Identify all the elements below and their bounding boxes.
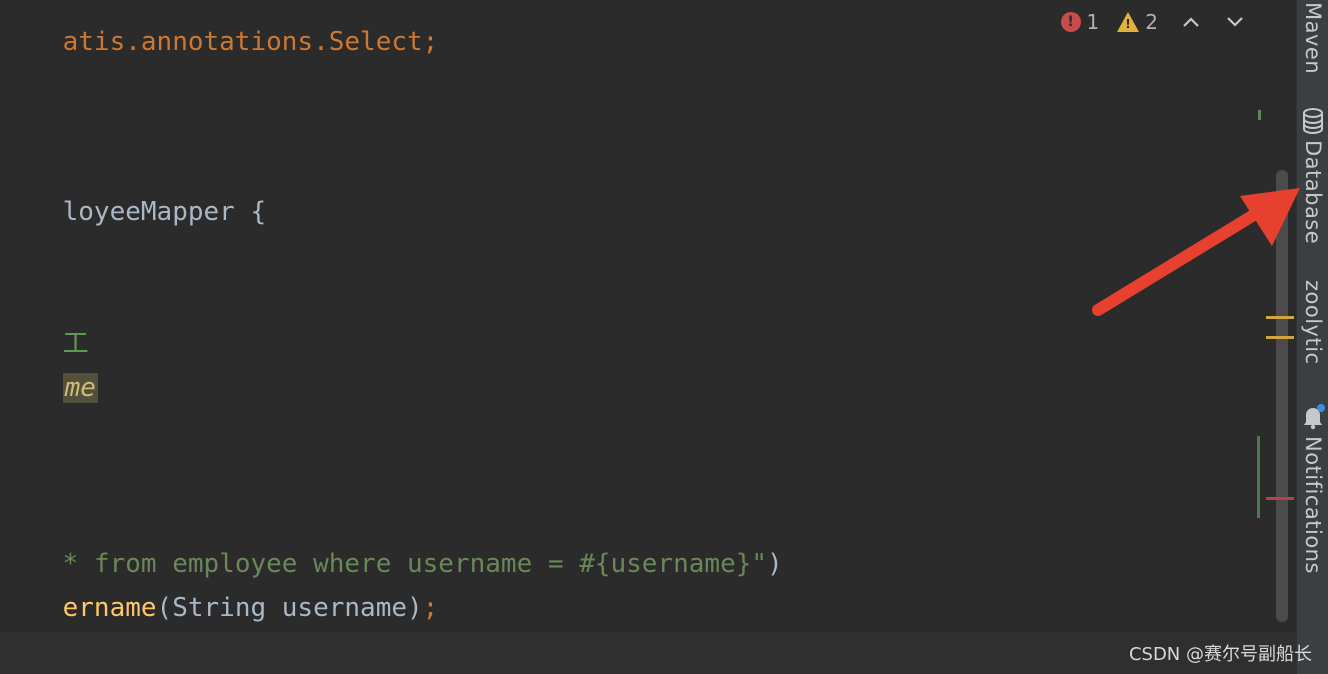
horizontal-scroll-area[interactable] — [0, 632, 1296, 674]
method-semicolon: ; — [422, 593, 439, 623]
database-label: Database — [1301, 140, 1325, 245]
interface-declaration-line[interactable]: loyeeMapper { — [0, 152, 267, 272]
annotation-param-line[interactable]: me — [0, 328, 98, 448]
zoolytic-label: zoolytic — [1301, 280, 1325, 365]
maven-label: Maven — [1301, 2, 1325, 75]
inspection-widget[interactable]: ! 1 ! 2 — [1060, 10, 1246, 34]
chevron-down-icon — [1227, 17, 1243, 27]
database-tool-button[interactable]: Database — [1297, 108, 1328, 244]
database-icon — [1303, 108, 1323, 134]
notifications-tool-button[interactable]: Notifications — [1297, 404, 1328, 574]
method-signature-line[interactable]: ername(String username); — [0, 548, 439, 632]
warning-count[interactable]: ! 2 — [1117, 10, 1158, 34]
change-marker[interactable] — [1257, 436, 1260, 518]
warning-stripe[interactable] — [1266, 316, 1294, 319]
code-editor[interactable]: atis.annotations.Select; loyeeMapper { 工… — [0, 0, 1296, 632]
warning-stripe[interactable] — [1266, 336, 1294, 339]
interface-text: loyeeMapper { — [62, 197, 267, 227]
maven-tool-button[interactable]: Maven — [1297, 2, 1328, 74]
error-stripe[interactable] — [1266, 497, 1294, 500]
change-marker[interactable] — [1258, 110, 1261, 120]
vertical-scrollbar[interactable] — [1276, 170, 1288, 622]
param-text: me — [62, 373, 98, 403]
watermark: CSDN @赛尔号副船长 — [1128, 644, 1312, 665]
sql-close-paren: ) — [767, 549, 783, 579]
warning-count-value: 2 — [1145, 10, 1158, 34]
notifications-label: Notifications — [1301, 436, 1325, 574]
zoolytic-tool-button[interactable]: zoolytic — [1297, 280, 1328, 365]
chevron-up-icon — [1183, 17, 1199, 27]
import-text: atis.annotations.Select; — [62, 27, 439, 57]
import-line[interactable]: atis.annotations.Select; — [0, 0, 439, 102]
error-count-value: 1 — [1086, 10, 1100, 34]
error-count[interactable]: ! 1 — [1060, 10, 1100, 34]
bell-icon — [1304, 404, 1325, 430]
previous-highlight-button[interactable] — [1180, 11, 1202, 33]
next-highlight-button[interactable] — [1224, 11, 1246, 33]
method-name: ername — [62, 593, 157, 623]
right-tool-window-strip: Maven Database zoolytic Notifications — [1296, 0, 1328, 674]
warning-icon: ! — [1117, 12, 1140, 32]
method-args: (String username) — [156, 593, 423, 623]
error-icon: ! — [1060, 12, 1081, 32]
